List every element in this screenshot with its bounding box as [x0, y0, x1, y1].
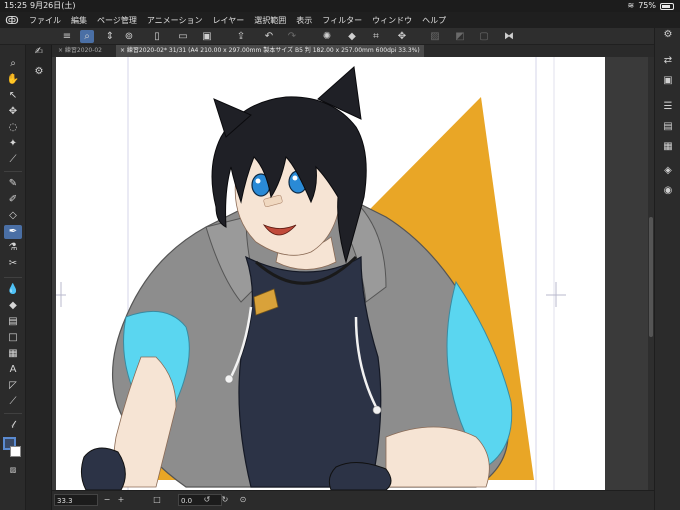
eraser-tool-icon[interactable]: ◇: [4, 209, 22, 223]
move-layer-icon[interactable]: ✥: [4, 105, 22, 119]
airbrush-tool-icon[interactable]: ⚗: [4, 241, 22, 255]
tool-palette: ⌕ ✋ ↖ ✥ ◌ ✦ ⟋ ✎ ✐ ◇ ✒ ⚗ ✂ 💧 ◆ ▤ □ ▦ A ◸ …: [0, 45, 26, 510]
artwork-illustration: [56, 57, 566, 490]
collapse-palette-icon[interactable]: ⇄: [660, 54, 676, 68]
redo-icon[interactable]: ↷: [285, 30, 299, 43]
zoom-level-field[interactable]: 33.3: [54, 494, 98, 506]
navigator-icon[interactable]: ▣: [660, 74, 676, 88]
blend-tool-icon[interactable]: 💧: [4, 283, 22, 297]
battery-icon: [660, 2, 674, 10]
status-date: 9月26日(土): [30, 1, 76, 10]
crop-icon[interactable]: ⌗: [369, 30, 383, 43]
canvas-status-bar: 33.3 − + □ 0.0 ↺ ↻ ⊙: [52, 490, 654, 510]
reset-rotation-icon[interactable]: ⊙: [238, 494, 248, 506]
quick-access-icon[interactable]: ⊚: [122, 30, 136, 43]
canvas-area[interactable]: [52, 57, 648, 490]
right-knee: [385, 426, 490, 488]
invert-selection-icon[interactable]: ◩: [453, 30, 467, 43]
undo-icon[interactable]: ↶: [262, 30, 276, 43]
fill-icon[interactable]: ◆: [345, 30, 359, 43]
sub-tool-brush-icon[interactable]: ✍: [30, 45, 48, 59]
rotate-left-icon[interactable]: ↺: [202, 494, 212, 506]
tab-document-2[interactable]: × 練習2020-02* 31/31 (A4 210.00 x 297.00mm…: [116, 45, 424, 57]
clip-studio-logo-icon[interactable]: ↂ: [0, 14, 24, 27]
command-bar: ≡ ⌕ ⇕ ⊚ ▯ ▭ ▣ ⇪ ↶ ↷ ✺ ◆ ⌗ ✥ ▨ ◩ ▢ ⧓: [0, 28, 680, 45]
operation-tool-icon[interactable]: ↖: [4, 89, 22, 103]
decoration-tool-icon[interactable]: ✂: [4, 257, 22, 271]
tab-document-1[interactable]: × 練習2020-02: [54, 45, 106, 57]
hand-tool-icon[interactable]: ✋: [4, 73, 22, 87]
menu-view[interactable]: 表示: [291, 15, 317, 26]
zoom-tool-icon[interactable]: ⌕: [4, 57, 22, 71]
battery-percentage: 75%: [638, 1, 656, 10]
sub-tool-settings-icon[interactable]: ⚙: [30, 65, 48, 79]
tool-divider: [4, 171, 22, 172]
menu-edit[interactable]: 編集: [66, 15, 92, 26]
transform-icon[interactable]: ✥: [395, 30, 409, 43]
wifi-icon: ≋: [627, 1, 635, 10]
menu-help[interactable]: ヘルプ: [417, 15, 451, 26]
tool-property-icon[interactable]: ▤: [660, 120, 676, 134]
sub-tool-column: ✍ ⚙: [26, 45, 52, 510]
canvas-paper[interactable]: [56, 57, 605, 490]
pencil-tool-icon[interactable]: ✐: [4, 193, 22, 207]
transparent-color-icon[interactable]: ▨: [4, 463, 22, 477]
menu-window[interactable]: ウィンドウ: [367, 15, 417, 26]
left-glove: [80, 447, 126, 490]
open-document-icon[interactable]: ▭: [176, 30, 190, 43]
layer-palette-icon[interactable]: ◈: [660, 164, 676, 178]
menu-layer[interactable]: レイヤー: [208, 15, 250, 26]
ios-status-bar: 15:25 9月26日(土) ≋ 75%: [0, 0, 680, 12]
zoom-out-icon[interactable]: −: [102, 494, 112, 506]
correct-line-icon[interactable]: 𝓁: [4, 419, 22, 433]
menu-filter[interactable]: フィルター: [317, 15, 367, 26]
balloon-tool-icon[interactable]: ◸: [4, 379, 22, 393]
lasso-selection-icon[interactable]: ◌: [4, 121, 22, 135]
rotate-right-icon[interactable]: ↻: [220, 494, 230, 506]
sleeveless-top: [238, 255, 382, 488]
text-tool-icon[interactable]: A: [4, 363, 22, 377]
flip-horizontal-icon[interactable]: ⧓: [502, 30, 516, 43]
menu-animation[interactable]: アニメーション: [142, 15, 208, 26]
eyedropper-icon[interactable]: ⟋: [4, 153, 22, 167]
deselect-icon[interactable]: ▨: [428, 30, 442, 43]
fill-tool-icon[interactable]: ◆: [4, 299, 22, 313]
frame-border-icon[interactable]: ▦: [4, 347, 22, 361]
fit-screen-icon[interactable]: □: [152, 494, 162, 506]
gradient-tool-icon[interactable]: ▤: [4, 315, 22, 329]
rotation-angle-field[interactable]: 0.0: [178, 494, 222, 506]
color-set-icon[interactable]: ▦: [660, 140, 676, 154]
settings-icon[interactable]: ⚙: [660, 28, 676, 42]
zoom-in-icon[interactable]: +: [116, 494, 126, 506]
document-tabs: × 練習2020-02 × 練習2020-02* 31/31 (A4 210.0…: [52, 45, 648, 57]
export-icon[interactable]: ⇪: [234, 30, 248, 43]
menu-file[interactable]: ファイル: [24, 15, 66, 26]
rotate-view-icon[interactable]: ⇕: [103, 30, 117, 43]
menu-selection[interactable]: 選択範囲: [249, 15, 291, 26]
simplified-mode-icon[interactable]: ⌕: [80, 30, 94, 43]
save-document-icon[interactable]: ▣: [200, 30, 214, 43]
menu-page-management[interactable]: ページ管理: [92, 15, 142, 26]
clear-selection-icon[interactable]: ▢: [477, 30, 491, 43]
brush-tool-icon[interactable]: ✒: [4, 225, 22, 239]
ruler-tool-icon[interactable]: ⟋: [4, 395, 22, 409]
material-palette-icon[interactable]: ◉: [660, 184, 676, 198]
selection-launcher-icon[interactable]: ✺: [320, 30, 334, 43]
layer-property-icon[interactable]: ☰: [660, 100, 676, 114]
new-document-icon[interactable]: ▯: [150, 30, 164, 43]
pen-tool-icon[interactable]: ✎: [4, 177, 22, 191]
hamburger-menu-icon[interactable]: ≡: [60, 30, 74, 43]
tool-divider: [4, 277, 22, 278]
figure-tool-icon[interactable]: □: [4, 331, 22, 345]
right-palette-bar: ⚙ ⇄ ▣ ☰ ▤ ▦ ◈ ◉: [654, 28, 680, 510]
menu-bar: ↂ ファイル 編集 ページ管理 アニメーション レイヤー 選択範囲 表示 フィル…: [0, 12, 680, 28]
magic-wand-icon[interactable]: ✦: [4, 137, 22, 151]
scrollbar-thumb[interactable]: [649, 217, 653, 337]
status-time: 15:25: [4, 1, 28, 10]
status-right-group: ≋ 75%: [628, 0, 674, 12]
tool-divider: [4, 413, 22, 414]
sub-color-swatch[interactable]: [10, 446, 21, 457]
